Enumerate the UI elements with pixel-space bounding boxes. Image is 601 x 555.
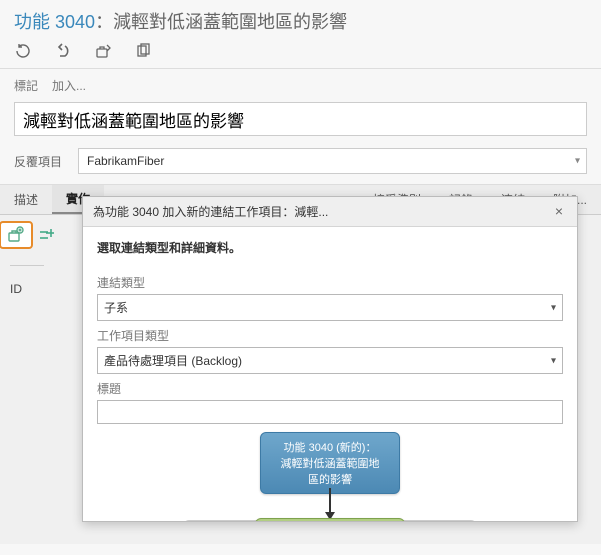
link-diagram: 功能 3040 (新的)： 減輕對低涵蓋範圍地 區的影響 (新增工作項目) (97, 432, 563, 515)
dialog-titlebar[interactable]: 為功能 3040 加入新的連結工作項目：減輕... × (83, 197, 577, 227)
work-item-type-label: 工作項目類型 (97, 327, 563, 344)
refresh-icon[interactable] (14, 42, 32, 60)
work-item-type-value: 產品待處理項目 (Backlog) (104, 354, 242, 368)
copy-icon[interactable] (134, 42, 152, 60)
link-type-label: 連結類型 (97, 274, 563, 291)
new-title-label: 標題 (97, 380, 563, 397)
title-text: 減輕對低涵蓋範圍地區的影響 (113, 12, 347, 32)
id-column-label: ID (10, 282, 44, 296)
link-type-value: 子系 (104, 301, 128, 315)
add-linked-item-button[interactable] (0, 221, 33, 249)
add-tag-button[interactable]: 加入... (52, 77, 86, 94)
work-item-header: 功能 3040：減輕對低涵蓋範圍地區的影響 (0, 0, 601, 36)
dialog-intro: 選取連結類型和詳細資料。 (97, 239, 563, 256)
tags-label: 標記 (14, 77, 38, 94)
chevron-down-icon: ▾ (575, 156, 580, 167)
diagram-ghost-left (183, 520, 263, 521)
work-item-action-icon[interactable] (94, 42, 112, 60)
add-after-icon[interactable] (37, 226, 55, 244)
diagram-ghost-right (397, 520, 477, 521)
title-separator: ： (95, 12, 113, 32)
close-icon[interactable]: × (551, 204, 567, 220)
toolbar (0, 36, 601, 68)
diagram-child-node: (新增工作項目) (255, 518, 405, 521)
work-item-id: 3040 (55, 12, 95, 32)
diagram-parent-node: 功能 3040 (新的)： 減輕對低涵蓋範圍地 區的影響 (260, 432, 400, 494)
link-type-select[interactable]: 子系 ▾ (97, 294, 563, 321)
iteration-label: 反覆項目 (14, 153, 64, 170)
chevron-down-icon: ▾ (551, 302, 556, 313)
page-title: 功能 3040：減輕對低涵蓋範圍地區的影響 (14, 8, 587, 34)
new-title-input[interactable] (97, 400, 563, 424)
title-input[interactable] (14, 102, 587, 136)
undo-icon[interactable] (54, 42, 72, 60)
tags-row: 標記 加入... (14, 77, 587, 94)
iteration-select[interactable]: FabrikamFiber ▾ (78, 148, 587, 174)
work-item-type-select[interactable]: 產品待處理項目 (Backlog) ▾ (97, 347, 563, 374)
type-label: 功能 (14, 12, 50, 32)
chevron-down-icon: ▾ (551, 355, 556, 366)
iteration-value: FabrikamFiber (87, 154, 164, 168)
dialog-title-text: 為功能 3040 加入新的連結工作項目：減輕... (93, 203, 551, 220)
tab-description[interactable]: 描述 (0, 185, 52, 214)
add-linked-work-item-dialog: 為功能 3040 加入新的連結工作項目：減輕... × 選取連結類型和詳細資料。… (82, 196, 578, 522)
